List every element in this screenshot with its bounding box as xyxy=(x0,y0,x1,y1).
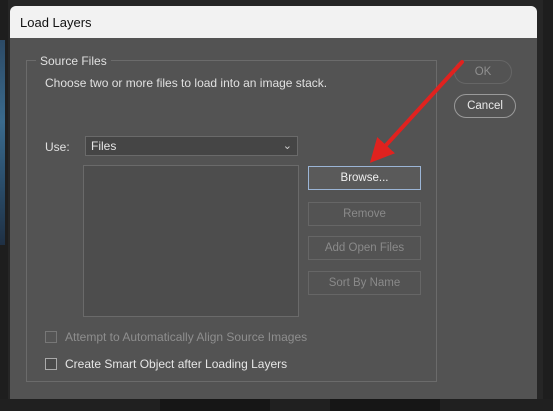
add-open-files-button[interactable]: Add Open Files xyxy=(308,236,421,260)
use-select-value: Files xyxy=(91,139,117,153)
cancel-button[interactable]: Cancel xyxy=(454,94,516,118)
dialog-title: Load Layers xyxy=(20,14,92,30)
dialog-titlebar: Load Layers xyxy=(10,6,537,38)
auto-align-label: Attempt to Automatically Align Source Im… xyxy=(65,330,308,344)
background-canvas-thumbnail xyxy=(0,40,5,245)
load-layers-dialog: Load Layers Source Files Choose two or m… xyxy=(10,6,537,399)
source-files-group-title: Source Files xyxy=(36,54,111,68)
smart-object-label: Create Smart Object after Loading Layers xyxy=(65,357,288,371)
ok-button[interactable]: OK xyxy=(454,60,512,84)
background-right xyxy=(543,0,553,411)
source-files-list[interactable] xyxy=(83,165,299,317)
source-files-description: Choose two or more files to load into an… xyxy=(45,76,328,90)
chevron-down-icon: ⌄ xyxy=(282,140,292,152)
sort-by-name-button[interactable]: Sort By Name xyxy=(308,271,421,295)
browse-button[interactable]: Browse... xyxy=(308,166,421,190)
auto-align-option[interactable]: Attempt to Automatically Align Source Im… xyxy=(45,330,307,344)
smart-object-checkbox[interactable] xyxy=(45,358,57,370)
background-bottom-mark xyxy=(160,399,270,411)
smart-object-option[interactable]: Create Smart Object after Loading Layers xyxy=(45,357,287,371)
background-bottom-mark xyxy=(330,399,440,411)
use-label: Use: xyxy=(45,140,70,154)
auto-align-checkbox[interactable] xyxy=(45,331,57,343)
remove-button[interactable]: Remove xyxy=(308,202,421,226)
use-select[interactable]: Files ⌄ xyxy=(85,136,298,156)
background-bottom xyxy=(0,399,553,411)
